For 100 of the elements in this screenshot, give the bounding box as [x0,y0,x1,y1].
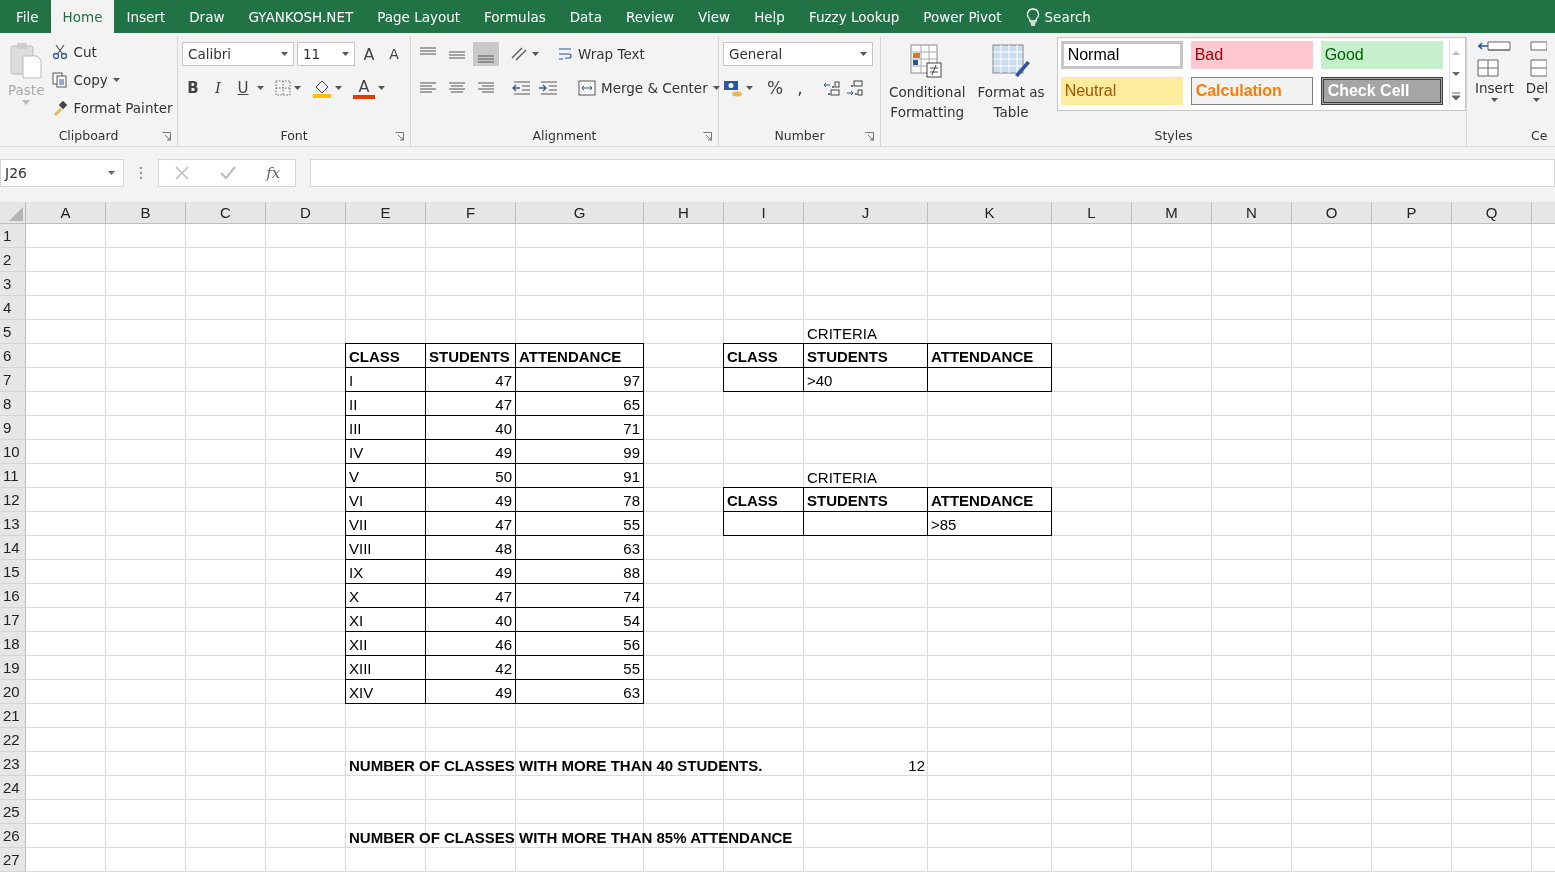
column-header[interactable]: P [1372,202,1452,223]
ribbon-tab[interactable]: Fuzzy Lookup [796,0,912,33]
conditional-formatting-button[interactable]: Conditional Formatting [885,37,970,124]
column-header[interactable]: Q [1452,202,1532,223]
format-painter-button[interactable]: Format Painter [52,96,173,119]
font-name-field[interactable]: Calibri [182,42,294,66]
column-header[interactable]: M [1132,202,1212,223]
grow-font-button[interactable]: A [358,42,380,66]
dialog-launcher-icon[interactable] [703,132,712,141]
decrease-decimal-icon[interactable] [845,79,865,97]
number-format-field[interactable]: General [723,42,873,66]
row-header[interactable]: 21 [0,704,26,728]
delete-cells-button[interactable]: Del [1521,37,1549,105]
comma-button[interactable]: , [789,76,811,100]
row-header[interactable]: 13 [0,512,26,536]
grip-icon[interactable] [138,164,144,181]
ribbon-tab[interactable]: File [4,0,51,33]
row-header[interactable]: 8 [0,392,26,416]
cell-style-option[interactable]: Bad [1190,41,1313,69]
ribbon-tab[interactable]: Page Layout [365,0,473,33]
cell-style-option[interactable]: Neutral [1060,77,1183,105]
cell-style-option[interactable]: Good [1320,41,1443,69]
row-header[interactable]: 19 [0,656,26,680]
cut-button[interactable]: Cut [52,40,173,63]
row-header[interactable]: 18 [0,632,26,656]
row-header[interactable]: 22 [0,728,26,752]
row-header[interactable]: 20 [0,680,26,704]
column-header[interactable]: H [644,202,724,223]
row-header[interactable]: 25 [0,800,26,824]
wrap-text-button[interactable]: Wrap Text [557,42,645,66]
search-button[interactable]: Search [1013,0,1103,33]
ribbon-tab[interactable]: Formulas [472,0,558,33]
column-header[interactable]: A [26,202,106,223]
font-style-button[interactable]: B [182,76,204,100]
ribbon-tab[interactable]: View [686,0,743,33]
row-header[interactable]: 24 [0,776,26,800]
fill-color-icon[interactable] [312,78,332,98]
row-header[interactable]: 5 [0,320,26,344]
column-header[interactable]: N [1212,202,1292,223]
column-header[interactable]: G [516,202,644,223]
merge-center-button[interactable]: Merge & Center [578,76,720,99]
caret-icon[interactable] [746,86,753,90]
dialog-launcher-icon[interactable] [395,132,404,141]
row-header[interactable]: 10 [0,440,26,464]
ribbon-tab[interactable]: Data [557,0,614,33]
ribbon-tab[interactable]: Home [50,0,115,33]
row-header[interactable]: 17 [0,608,26,632]
row-header[interactable]: 11 [0,464,26,488]
column-header[interactable]: O [1292,202,1372,223]
column-header[interactable]: C [186,202,266,223]
caret-icon[interactable] [257,86,264,90]
insert-function-button[interactable]: fx [266,163,281,182]
copy-button[interactable]: Copy [52,68,173,91]
name-box[interactable]: J26 [0,158,124,187]
ribbon-tab[interactable]: Power Pivot [911,0,1014,33]
ribbon-tab[interactable]: Draw [177,0,237,33]
font-style-button[interactable]: I [207,76,229,100]
row-header[interactable]: 4 [0,296,26,320]
insert-cells-button[interactable]: Insert [1471,37,1518,105]
column-header[interactable]: F [426,202,516,223]
row-header[interactable]: 27 [0,848,26,872]
cell-style-option[interactable]: Normal [1060,41,1183,69]
format-as-table-button[interactable]: Format as Table [973,37,1049,124]
row-header[interactable]: 23 [0,752,26,776]
row-header[interactable]: 15 [0,560,26,584]
column-header[interactable]: B [106,202,186,223]
formula-field[interactable] [310,158,1555,187]
font-size-field[interactable]: 11 [297,42,355,66]
row-header[interactable]: 6 [0,344,26,368]
orientation-icon[interactable] [510,46,540,62]
ribbon-tab[interactable]: GYANKOSH.NET [236,0,366,33]
column-header[interactable]: J [804,202,928,223]
percent-button[interactable]: % [764,76,786,100]
row-header[interactable]: 2 [0,248,26,272]
dialog-launcher-icon[interactable] [162,132,171,141]
ribbon-tab[interactable]: Help [742,0,797,33]
row-header[interactable]: 3 [0,272,26,296]
ribbon-tab[interactable]: Insert [114,0,178,33]
row-header[interactable]: 16 [0,584,26,608]
row-header[interactable]: 1 [0,224,26,248]
shrink-font-button[interactable]: A [383,42,405,66]
font-style-button[interactable]: U [232,76,254,100]
caret-icon[interactable] [294,86,301,90]
dialog-launcher-icon[interactable] [865,132,874,141]
caret-icon[interactable] [335,86,342,90]
check-icon[interactable] [219,164,237,181]
row-header[interactable]: 9 [0,416,26,440]
ribbon-tab[interactable]: Review [613,0,687,33]
row-header[interactable]: 7 [0,368,26,392]
row-header[interactable]: 14 [0,536,26,560]
column-header[interactable]: L [1052,202,1132,223]
column-header[interactable]: D [266,202,346,223]
increase-decimal-icon[interactable] [822,79,842,97]
row-header[interactable]: 12 [0,488,26,512]
font-color-button[interactable]: A [353,77,375,99]
currency-icon[interactable] [723,79,743,97]
column-header[interactable]: E [346,202,426,223]
column-header[interactable]: I [724,202,804,223]
caret-icon[interactable] [378,86,385,90]
column-header[interactable]: K [928,202,1052,223]
